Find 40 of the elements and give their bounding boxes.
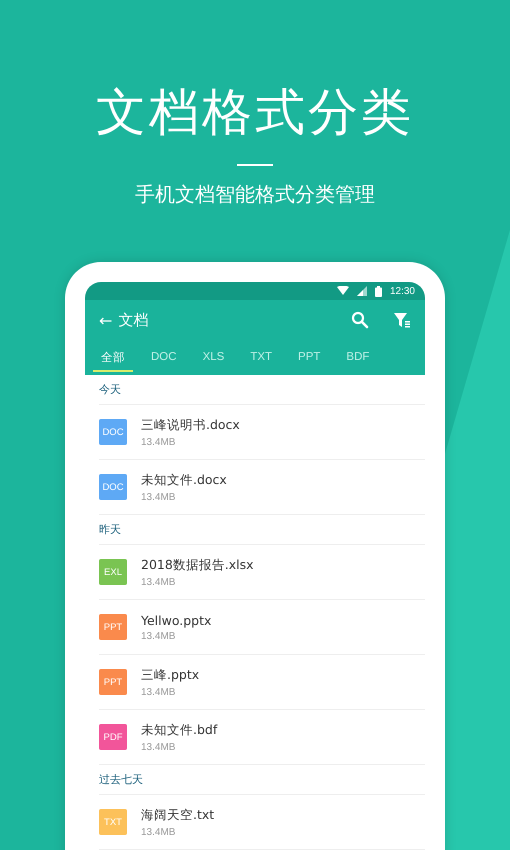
file-name: 未知文件.docx: [141, 472, 227, 488]
section-header: 今天: [99, 375, 425, 405]
file-size: 13.4MB: [141, 436, 176, 448]
signal-icon: [356, 286, 367, 296]
screen-title: 文档: [118, 310, 148, 330]
file-size: 13.4MB: [141, 686, 176, 698]
file-row[interactable]: DOC 未知文件.docx 13.4MB: [99, 460, 425, 515]
file-type-icon: TXT: [99, 809, 127, 835]
file-type-icon: DOC: [99, 419, 127, 445]
file-type-icon: PPT: [99, 614, 127, 640]
file-row[interactable]: TXT 海阔天空.txt 13.4MB: [99, 795, 425, 850]
file-size: 13.4MB: [141, 576, 176, 588]
file-type-icon: EXL: [99, 559, 127, 585]
file-type-icon: DOC: [99, 474, 127, 500]
file-name: 三峰说明书.docx: [141, 416, 240, 434]
file-size: 13.4MB: [141, 742, 176, 752]
battery-icon: [374, 286, 382, 296]
file-name: Yellwo.pptx: [141, 612, 212, 628]
file-name: 海阔天空.txt: [141, 806, 214, 824]
wifi-icon: [336, 286, 349, 296]
section-header: 过去七天: [99, 765, 425, 795]
subtitle: 手机文档智能格式分类管理: [135, 181, 375, 208]
file-size: 13.4MB: [141, 826, 176, 838]
filter-icon[interactable]: [393, 311, 411, 329]
file-size: 13.4MB: [141, 492, 176, 502]
file-name: 未知文件.bdf: [141, 722, 218, 738]
file-name: 2018数据报告.xlsx: [141, 556, 254, 574]
file-name: 三峰.pptx: [141, 666, 200, 684]
status-time: 12:30: [390, 286, 415, 296]
headline: 文档格式分类: [96, 82, 414, 143]
file-row[interactable]: PDF 未知文件.bdf 13.4MB: [99, 710, 425, 765]
file-size: 13.4MB: [141, 630, 176, 642]
file-row[interactable]: DOC 三峰说明书.docx 13.4MB: [99, 405, 425, 460]
file-type-icon: PPT: [99, 669, 127, 695]
search-icon[interactable]: [351, 311, 369, 329]
file-type-icon: PDF: [99, 724, 127, 750]
file-row[interactable]: EXL 2018数据报告.xlsx 13.4MB: [99, 545, 425, 600]
file-row[interactable]: PPT 三峰.pptx 13.4MB: [99, 655, 425, 710]
file-row[interactable]: PPT Yellwo.pptx 13.4MB: [99, 600, 425, 655]
section-header: 昨天: [99, 515, 425, 545]
